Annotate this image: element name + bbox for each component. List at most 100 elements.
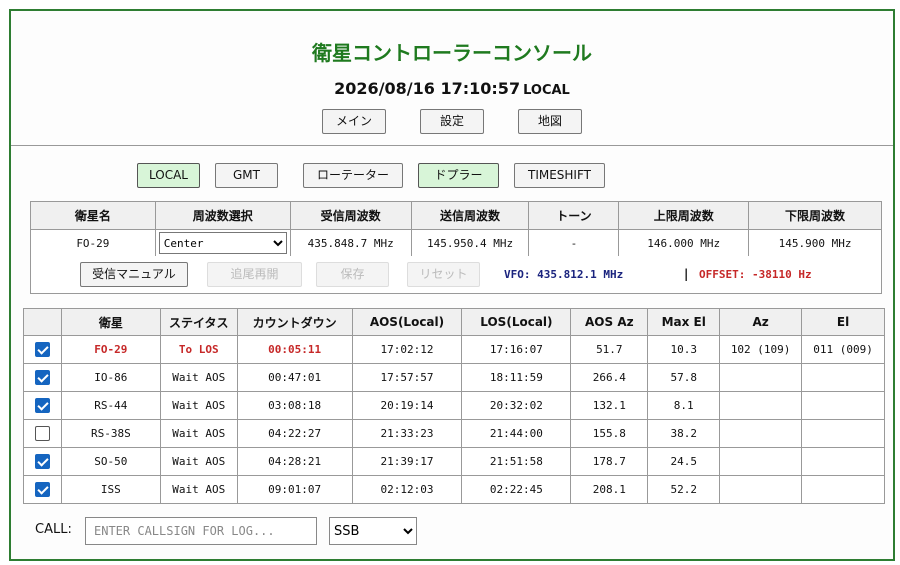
reset-button[interactable]: リセット (407, 262, 480, 287)
row-checkbox-cell (23, 447, 62, 476)
row-checkbox-cell (23, 335, 62, 364)
sat-header-aos-az: AOS Az (570, 308, 649, 336)
sat-los: 18:11:59 (461, 363, 572, 392)
sat-countdown: 04:28:21 (236, 447, 353, 476)
freq-header-upper: 上限周波数 (618, 201, 750, 230)
callsign-input[interactable] (85, 517, 317, 545)
sat-aos-az: 208.1 (570, 475, 649, 504)
rotator-button[interactable]: ローテーター (303, 163, 403, 188)
freq-row: FO-29 Center 435.848.7 MHz 145.950.4 MHz… (30, 229, 882, 257)
frequency-table: 衛星名 周波数選択 受信周波数 送信周波数 トーン 上限周波数 下限周波数 FO… (30, 201, 882, 257)
local-time-button[interactable]: LOCAL (137, 163, 200, 188)
table-row[interactable]: RS-44 Wait AOS 03:08:18 20:19:14 20:32:0… (23, 391, 885, 420)
offset-readout: OFFSET: -38110 Hz (699, 268, 812, 281)
sat-name: SO-50 (60, 447, 161, 476)
tone-value: - (528, 229, 620, 257)
sat-aos: 21:33:23 (351, 419, 463, 448)
sat-aos-az: 51.7 (570, 335, 649, 364)
sat-el: 011 (009) (801, 335, 885, 364)
frequency-select[interactable]: Center (158, 232, 287, 254)
sat-status: Wait AOS (159, 419, 238, 448)
gmt-time-button[interactable]: GMT (215, 163, 278, 188)
sat-countdown: 00:05:11 (236, 335, 353, 364)
row-checkbox[interactable] (34, 370, 50, 385)
sat-aos: 17:02:12 (351, 335, 463, 364)
sat-name: ISS (60, 475, 161, 504)
row-checkbox[interactable] (34, 398, 50, 413)
sat-header-el: El (801, 308, 885, 336)
sat-az (719, 391, 803, 420)
row-checkbox[interactable] (34, 342, 50, 357)
freq-select-cell: Center (154, 229, 291, 257)
sat-header-los: LOS(Local) (461, 308, 572, 336)
sat-header-check (23, 308, 62, 336)
sat-max-el: 52.2 (647, 475, 721, 504)
nav-bar: メイン 設定 地図 (11, 109, 893, 134)
sat-el (801, 447, 885, 476)
sat-los: 17:16:07 (461, 335, 572, 364)
sat-aos-az: 155.8 (570, 419, 649, 448)
sat-az: 102 (109) (719, 335, 803, 364)
freq-header-select: 周波数選択 (154, 201, 291, 230)
table-row[interactable]: FO-29 To LOS 00:05:11 17:02:12 17:16:07 … (23, 335, 885, 364)
sat-az (719, 419, 803, 448)
sat-aos-az: 132.1 (570, 391, 649, 420)
rx-manual-button[interactable]: 受信マニュアル (80, 262, 188, 287)
nav-main-button[interactable]: メイン (322, 109, 386, 134)
sat-el (801, 475, 885, 504)
sat-name: FO-29 (60, 335, 161, 364)
sat-aos: 21:39:17 (351, 447, 463, 476)
sat-header-satellite: 衛星 (60, 308, 161, 336)
sat-az (719, 475, 803, 504)
sat-aos-az: 266.4 (570, 363, 649, 392)
clock: 2026/08/16 17:10:57 LOCAL (11, 79, 893, 98)
console-frame: 衛星コントローラーコンソール 2026/08/16 17:10:57 LOCAL … (9, 9, 895, 561)
table-row[interactable]: ISS Wait AOS 09:01:07 02:12:03 02:22:45 … (23, 475, 885, 504)
table-row[interactable]: SO-50 Wait AOS 04:28:21 21:39:17 21:51:5… (23, 447, 885, 476)
satellite-table: 衛星 ステイタス カウントダウン AOS(Local) LOS(Local) A… (23, 308, 885, 504)
sat-countdown: 09:01:07 (236, 475, 353, 504)
sat-max-el: 57.8 (647, 363, 721, 392)
sat-status: Wait AOS (159, 391, 238, 420)
sat-max-el: 24.5 (647, 447, 721, 476)
sat-max-el: 8.1 (647, 391, 721, 420)
sat-los: 20:32:02 (461, 391, 572, 420)
row-checkbox[interactable] (34, 454, 50, 469)
sat-header-status: ステイタス (159, 308, 238, 336)
freq-sat-name: FO-29 (30, 229, 156, 257)
row-checkbox-cell (23, 391, 62, 420)
row-checkbox[interactable] (34, 426, 50, 441)
doppler-button[interactable]: ドプラー (418, 163, 499, 188)
sat-countdown: 04:22:27 (236, 419, 353, 448)
sat-header-countdown: カウントダウン (236, 308, 353, 336)
retrack-button[interactable]: 追尾再開 (207, 262, 302, 287)
control-row: 受信マニュアル 追尾再開 保存 リセット VFO: 435.812.1 MHz … (30, 256, 882, 294)
sat-countdown: 00:47:01 (236, 363, 353, 392)
sat-aos: 02:12:03 (351, 475, 463, 504)
row-checkbox-cell (23, 419, 62, 448)
lower-frequency: 145.900 MHz (748, 229, 882, 257)
sat-el (801, 419, 885, 448)
header-divider (11, 145, 893, 146)
save-button[interactable]: 保存 (316, 262, 389, 287)
row-checkbox[interactable] (34, 482, 50, 497)
sat-aos-az: 178.7 (570, 447, 649, 476)
sat-el (801, 391, 885, 420)
nav-settings-button[interactable]: 設定 (420, 109, 484, 134)
clock-timezone: LOCAL (523, 83, 570, 98)
sat-countdown: 03:08:18 (236, 391, 353, 420)
freq-header-tone: トーン (528, 201, 620, 230)
sat-status: Wait AOS (159, 447, 238, 476)
table-row[interactable]: RS-38S Wait AOS 04:22:27 21:33:23 21:44:… (23, 419, 885, 448)
rx-frequency: 435.848.7 MHz (289, 229, 412, 257)
table-row[interactable]: IO-86 Wait AOS 00:47:01 17:57:57 18:11:5… (23, 363, 885, 392)
sat-name: RS-38S (60, 419, 161, 448)
sat-header-max-el: Max El (647, 308, 721, 336)
sat-el (801, 363, 885, 392)
log-mode-select[interactable]: SSB (329, 517, 417, 545)
timeshift-button[interactable]: TIMESHIFT (514, 163, 605, 188)
freq-header-rx: 受信周波数 (289, 201, 412, 230)
nav-map-button[interactable]: 地図 (518, 109, 582, 134)
upper-frequency: 146.000 MHz (618, 229, 750, 257)
clock-datetime: 2026/08/16 17:10:57 (334, 79, 521, 98)
